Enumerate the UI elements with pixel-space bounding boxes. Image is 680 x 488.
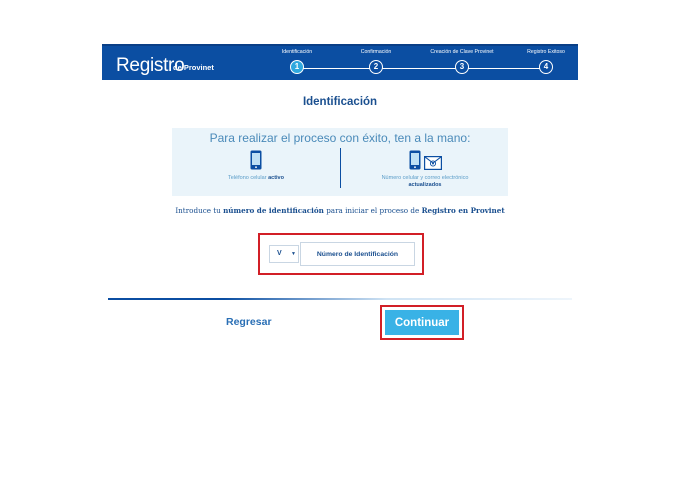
intro-bold2: Registro en Provinet xyxy=(421,206,505,215)
continue-button[interactable]: Continuar xyxy=(385,310,459,335)
contact-requirement: Número celular y correo electrónico actu… xyxy=(341,175,509,189)
step-number: 3 xyxy=(455,60,469,74)
intro-text: Introduce tu número de identificación pa… xyxy=(0,206,680,215)
dropdown-arrow-icon: ▼ xyxy=(291,251,296,257)
intro-part1: Introduce tu xyxy=(175,206,221,215)
document-type-value: V xyxy=(277,250,282,257)
back-link[interactable]: Regresar xyxy=(226,316,272,328)
identification-form-highlight: V ▼ xyxy=(258,233,424,275)
phone-requirement-text: Teléfono celular xyxy=(228,175,267,181)
step-label: Confirmación xyxy=(360,49,392,55)
intro-part2: para iniciar el proceso de xyxy=(326,206,420,215)
info-contact-column: Número celular y correo electrónico actu… xyxy=(341,150,509,189)
mobile-phone-icon xyxy=(250,150,262,170)
phone-requirement-bold: activo xyxy=(268,175,284,181)
phone-requirement: Teléfono celular activo xyxy=(172,175,340,182)
mobile-phone-icon xyxy=(409,150,420,170)
info-phone-column: Teléfono celular activo xyxy=(172,150,340,182)
identification-number-input[interactable] xyxy=(300,242,415,266)
section-divider xyxy=(108,298,572,300)
step-label: Registro Exitoso xyxy=(527,49,565,55)
step-number: 1 xyxy=(290,60,304,74)
document-type-select[interactable]: V ▼ xyxy=(269,245,299,263)
intro-bold1: número de identificación xyxy=(223,206,324,215)
continue-button-highlight: Continuar xyxy=(380,305,464,340)
contact-requirement-bold: actualizados xyxy=(408,182,442,188)
contact-requirement-text: Número celular y correo electrónico xyxy=(381,175,469,181)
page-title: Identificación xyxy=(302,96,378,108)
header-top-line xyxy=(102,44,578,46)
logo-subtext: de Provinet xyxy=(173,63,214,72)
info-box: Para realizar el proceso con éxito, ten … xyxy=(172,128,508,196)
info-title: Para realizar el proceso con éxito, ten … xyxy=(209,131,471,145)
step-label: Creación de Clave Provinet xyxy=(430,49,494,55)
header-banner: Registro de Provinet Identificación 1 Co… xyxy=(102,44,578,80)
step-number: 4 xyxy=(539,60,553,74)
step-creacion-clave: Creación de Clave Provinet 3 xyxy=(414,48,510,74)
email-envelope-icon xyxy=(423,156,442,170)
step-registro-exitoso: Registro Exitoso 4 xyxy=(498,48,594,74)
step-confirmacion: Confirmación 2 xyxy=(328,48,424,74)
step-number: 2 xyxy=(369,60,383,74)
